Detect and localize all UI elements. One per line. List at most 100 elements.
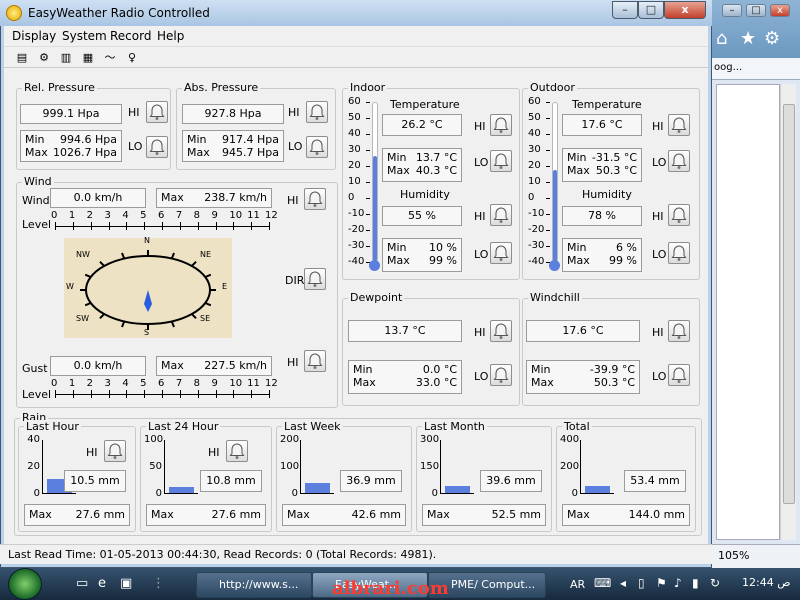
rel-pressure-lo-alarm-bell-icon[interactable]: [146, 136, 168, 158]
temp-scale-label: 50: [348, 112, 361, 123]
language-indicator[interactable]: AR: [570, 578, 585, 591]
display-icon[interactable]: ▤: [14, 50, 30, 65]
rain-total-label: Total: [562, 420, 592, 433]
level-tick-label: 6: [158, 210, 165, 221]
level-tick: [215, 390, 217, 398]
outdoor-hum-hi-alarm-bell-icon[interactable]: [668, 204, 690, 226]
flag-icon[interactable]: ⚑: [656, 576, 667, 590]
alarm-icon[interactable]: ♀: [124, 50, 140, 65]
menu-system[interactable]: System: [62, 29, 107, 43]
dewpoint-lo-alarm-bell-icon[interactable]: [490, 364, 512, 386]
thermometer-bulb: [369, 260, 380, 271]
wind-hi-alarm-bell-icon[interactable]: [304, 188, 326, 210]
show-hidden-icons-icon[interactable]: ◂: [620, 576, 626, 590]
graph-icon[interactable]: 〜: [102, 50, 118, 65]
battery-icon[interactable]: ▮: [692, 576, 699, 590]
temp-scale-label: 20: [348, 160, 361, 171]
task-ie[interactable]: http://www.s...: [196, 572, 312, 598]
favorites-star-icon[interactable]: ★: [740, 28, 756, 49]
temp-scale-tick: [366, 230, 370, 231]
wind-max-box: Max 238.7 km/h: [156, 188, 272, 208]
start-button[interactable]: [8, 568, 42, 600]
menu-record[interactable]: Record: [110, 29, 151, 43]
rain-gauge-fill: [445, 486, 470, 493]
rain-last_week-label: Last Week: [282, 420, 343, 433]
ie-quicklaunch-icon[interactable]: e: [98, 576, 114, 592]
level-tick: [126, 222, 128, 230]
browser-minimize-button[interactable]: –: [722, 4, 742, 17]
gust-hi-alarm-bell-icon[interactable]: [304, 350, 326, 372]
windchill-value: 17.6 °C: [526, 320, 640, 342]
abs-pressure-lo-alarm-bell-icon[interactable]: [306, 136, 328, 158]
level-tick-label: 7: [175, 210, 183, 221]
browser-scrollbar[interactable]: [780, 84, 796, 540]
wind-dir-alarm-bell-icon[interactable]: [304, 268, 326, 290]
rain-last_hour-label: Last Hour: [24, 420, 81, 433]
level-tick-label: 3: [104, 378, 111, 389]
browser-close-button[interactable]: x: [770, 4, 790, 17]
config-icon[interactable]: ⚙: [36, 50, 52, 65]
scroll-thumb[interactable]: [783, 104, 795, 504]
browser-tab[interactable]: oog...: [712, 58, 800, 80]
record-icon[interactable]: ▦: [80, 50, 96, 65]
wind-level-scale: 0 1 2 3 4 5 6 7 8 9 10 11 12: [51, 210, 278, 236]
sync-icon[interactable]: ↻: [710, 576, 720, 590]
level-tick-label: 7: [175, 378, 183, 389]
level-tick: [126, 390, 128, 398]
compass-tick: [99, 261, 105, 267]
maximize-button[interactable]: □: [638, 1, 664, 19]
sun-app-icon: [6, 5, 22, 21]
rain-last_24-label: Last 24 Hour: [146, 420, 221, 433]
show-desktop-icon[interactable]: ▭: [76, 576, 92, 592]
outdoor-temp-scale: 60 50 40 30 20 10 0 -10 -20 -30 -40: [528, 96, 560, 276]
menu-help[interactable]: Help: [157, 29, 184, 43]
status-bar: Last Read Time: 01-05-2013 00:44:30, Rea…: [0, 544, 712, 564]
windchill-lo-alarm-bell-icon[interactable]: [668, 364, 690, 386]
speaker-icon[interactable]: ♪: [674, 576, 682, 590]
indoor-temp-hi-alarm-bell-icon[interactable]: [490, 114, 512, 136]
clock[interactable]: 12:44 ص: [742, 576, 791, 589]
close-button[interactable]: x: [664, 1, 706, 19]
rain-scale-label: 0: [33, 488, 40, 499]
rain-total-max: Max 144.0 mm: [562, 504, 690, 526]
thermometer-fill: [553, 170, 557, 261]
keyboard-icon[interactable]: ⌨: [594, 576, 611, 590]
rel-pressure-hi-alarm-bell-icon[interactable]: [146, 101, 168, 123]
rain-last_24-hi-alarm-bell-icon[interactable]: [226, 440, 248, 462]
level-tick-label: 12: [265, 378, 278, 389]
indoor-hum-hi-alarm-bell-icon[interactable]: [490, 204, 512, 226]
home-icon[interactable]: ⌂: [716, 28, 727, 49]
level-tick: [197, 390, 199, 398]
level-tick: [90, 390, 92, 398]
temp-scale-label: 0: [528, 192, 535, 203]
temp-scale-tick: [546, 182, 550, 183]
minimize-button[interactable]: –: [612, 1, 638, 19]
indoor-hum-lo-alarm-bell-icon[interactable]: [490, 242, 512, 264]
rain-scale-label: 50: [149, 461, 162, 472]
indoor-temp-lo-alarm-bell-icon[interactable]: [490, 150, 512, 172]
abs-pressure-hi-alarm-bell-icon[interactable]: [306, 101, 328, 123]
temp-scale-tick: [366, 214, 370, 215]
history-icon[interactable]: ▥: [58, 50, 74, 65]
temp-scale-tick: [546, 150, 550, 151]
tools-gear-icon[interactable]: ⚙: [764, 28, 780, 49]
outdoor-temp-hi-alarm-bell-icon[interactable]: [668, 114, 690, 136]
rain-last_hour-hi-alarm-bell-icon[interactable]: [104, 440, 126, 462]
watermark-text: albrari.com: [332, 578, 449, 599]
outdoor-hum-lo-alarm-bell-icon[interactable]: [668, 242, 690, 264]
zoom-level[interactable]: 105%: [718, 549, 749, 562]
outdoor-temp-lo-alarm-bell-icon[interactable]: [668, 150, 690, 172]
level-tick: [162, 222, 163, 230]
dewpoint-hi-alarm-bell-icon[interactable]: [490, 320, 512, 342]
menu-display[interactable]: Display: [12, 29, 56, 43]
outdoor-temp-minmax: Min -31.5 °C Max 50.3 °C: [562, 148, 642, 182]
level-tick: [162, 390, 163, 398]
window-title: EasyWeather Radio Controlled: [28, 6, 210, 20]
compass-tick: [170, 321, 175, 328]
windchill-hi-alarm-bell-icon[interactable]: [668, 320, 690, 342]
window-switcher-icon[interactable]: ▣: [120, 576, 136, 592]
thermometer-bulb: [549, 260, 560, 271]
network-icon[interactable]: ▯: [638, 576, 645, 590]
browser-maximize-button[interactable]: □: [746, 4, 766, 17]
temp-scale-label: -30: [348, 240, 365, 251]
